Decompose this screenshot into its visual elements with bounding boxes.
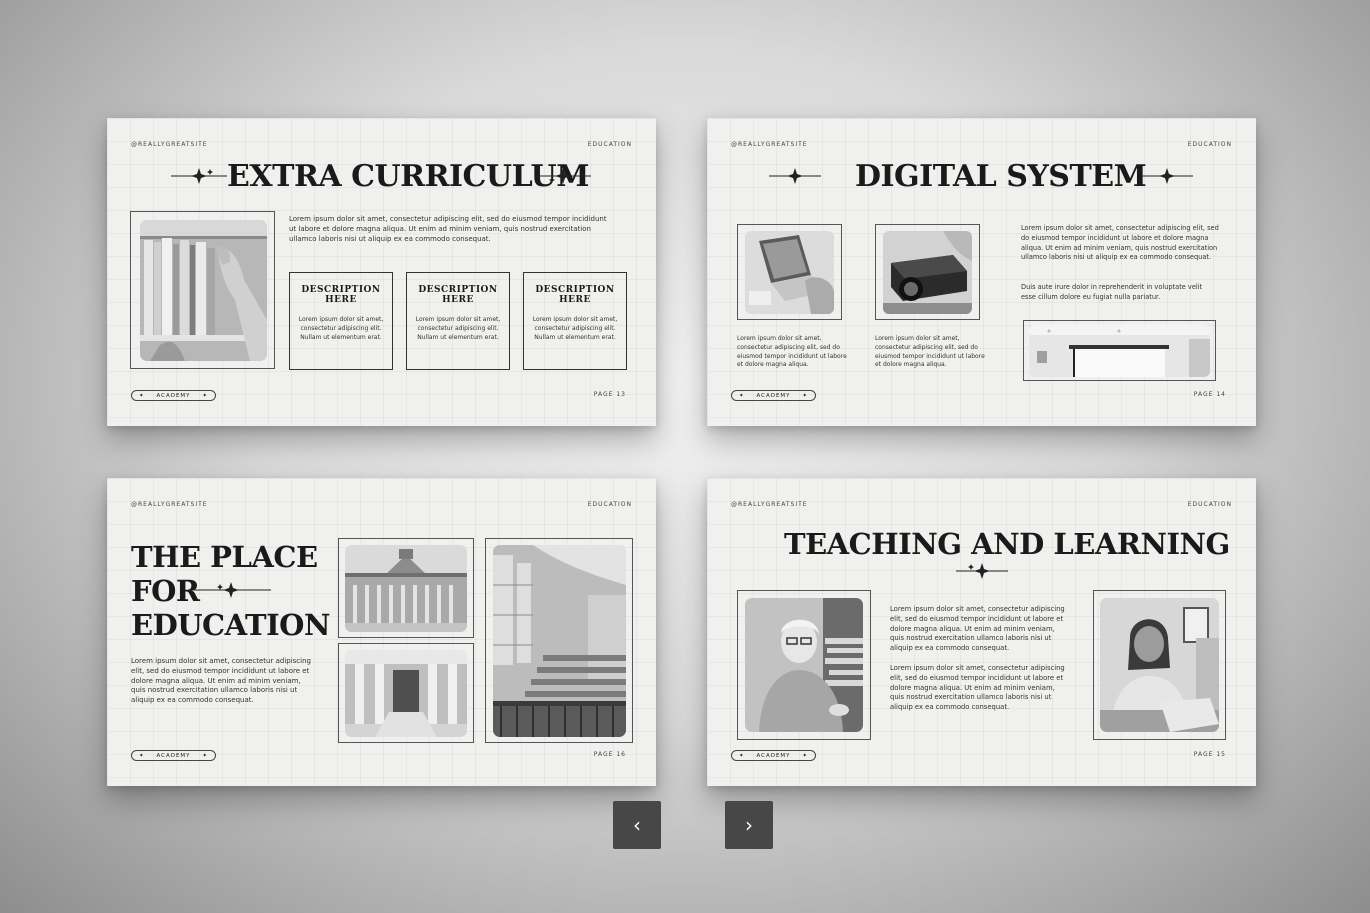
teacher-photo xyxy=(745,598,863,732)
site-handle: @REALLYGREATSITE xyxy=(731,141,808,148)
sparkle-icon: ✦ xyxy=(802,392,808,399)
sparkle-divider-icon xyxy=(171,168,227,184)
footer-tag-pill: ✦ ACADEMY ✦ xyxy=(731,750,816,761)
description-card: DESCRIPTION HERE Lorem ipsum dolor sit a… xyxy=(289,272,393,370)
page-number: PAGE 15 xyxy=(1193,751,1226,758)
category-label: EDUCATION xyxy=(1187,141,1232,148)
sparkle-icon: ✦ xyxy=(139,392,145,399)
student-photo xyxy=(1100,598,1219,732)
footer-tag-pill: ✦ ACADEMY ✦ xyxy=(131,750,216,761)
main-paragraph: Lorem ipsum dolor sit amet, consectetur … xyxy=(1021,224,1219,262)
page-number: PAGE 14 xyxy=(1193,391,1226,398)
previous-button[interactable]: ‹ xyxy=(613,801,661,849)
slide-digital-system[interactable]: @REALLYGREATSITE EDUCATION DIGITAL SYSTE… xyxy=(707,118,1256,426)
description-card-text: Lorem ipsum dolor sit amet, consectetur … xyxy=(532,316,618,341)
site-handle: @REALLYGREATSITE xyxy=(131,141,208,148)
photo-caption: Lorem ipsum dolor sit amet, consectetur … xyxy=(737,335,847,369)
sparkle-icon: ✦ xyxy=(139,752,145,759)
university-building-photo xyxy=(345,545,467,632)
sparkle-icon: ✦ xyxy=(739,392,745,399)
sparkle-icon: ✦ xyxy=(739,752,745,759)
description-card-title: DESCRIPTION HERE xyxy=(418,285,498,305)
slide-title-line-1: THE PLACE xyxy=(131,540,318,574)
next-button[interactable]: › xyxy=(725,801,773,849)
footer-tag-pill: ✦ ACADEMY ✦ xyxy=(131,390,216,401)
site-handle: @REALLYGREATSITE xyxy=(731,501,808,508)
chevron-right-icon: › xyxy=(745,813,753,837)
sparkle-divider-icon xyxy=(535,168,591,184)
page-number: PAGE 16 xyxy=(593,751,626,758)
slide-place-for-education[interactable]: @REALLYGREATSITE EDUCATION THE PLACE FOR… xyxy=(107,478,656,786)
secondary-paragraph: Duis aute irure dolor in reprehenderit i… xyxy=(1021,283,1203,301)
footer-tag-label: ACADEMY xyxy=(756,392,791,399)
sparkle-divider-icon xyxy=(191,582,271,598)
category-label: EDUCATION xyxy=(1187,501,1232,508)
bookshelf-photo xyxy=(140,220,267,361)
description-card: DESCRIPTION HERE Lorem ipsum dolor sit a… xyxy=(523,272,627,370)
footer-tag-label: ACADEMY xyxy=(156,752,191,759)
sparkle-icon: ✦ xyxy=(202,752,208,759)
laptop-photo xyxy=(745,231,834,314)
slide-title: DIGITAL SYSTEM xyxy=(855,159,1147,194)
sparkle-divider-icon xyxy=(769,168,821,184)
site-handle: @REALLYGREATSITE xyxy=(131,501,208,508)
slide-teaching-and-learning[interactable]: @REALLYGREATSITE EDUCATION TEACHING AND … xyxy=(707,478,1256,786)
footer-tag-label: ACADEMY xyxy=(156,392,191,399)
description-card: DESCRIPTION HERE Lorem ipsum dolor sit a… xyxy=(406,272,510,370)
description-card-title: DESCRIPTION HERE xyxy=(535,285,615,305)
description-card-title: DESCRIPTION HERE xyxy=(301,285,381,305)
intro-paragraph: Lorem ipsum dolor sit amet, consectetur … xyxy=(289,215,607,243)
main-paragraph: Lorem ipsum dolor sit amet, consectetur … xyxy=(890,605,1065,653)
sparkle-icon: ✦ xyxy=(802,752,808,759)
colonnade-photo xyxy=(345,650,467,737)
slide-extra-curriculum[interactable]: @REALLYGREATSITE EDUCATION EXTRA CURRICU… xyxy=(107,118,656,426)
description-card-text: Lorem ipsum dolor sit amet, consectetur … xyxy=(415,316,501,341)
description-card-text: Lorem ipsum dolor sit amet, consectetur … xyxy=(298,316,384,341)
footer-tag-label: ACADEMY xyxy=(756,752,791,759)
footer-tag-pill: ✦ ACADEMY ✦ xyxy=(731,390,816,401)
slide-title-line-3: EDUCATION xyxy=(131,608,330,642)
intro-paragraph: Lorem ipsum dolor sit amet, consectetur … xyxy=(131,657,311,705)
slide-title-line-2: FOR xyxy=(131,574,200,608)
sparkle-divider-icon xyxy=(956,563,1008,579)
page-number: PAGE 13 xyxy=(593,391,626,398)
sparkle-icon: ✦ xyxy=(202,392,208,399)
chevron-left-icon: ‹ xyxy=(633,813,641,837)
secondary-paragraph: Lorem ipsum dolor sit amet, consectetur … xyxy=(890,664,1065,712)
category-label: EDUCATION xyxy=(587,141,632,148)
slide-title: TEACHING AND LEARNING xyxy=(784,527,1230,561)
classroom-screen-photo xyxy=(1029,325,1210,377)
photo-caption: Lorem ipsum dolor sit amet, consectetur … xyxy=(875,335,985,369)
projector-photo xyxy=(883,231,972,314)
sparkle-divider-icon xyxy=(1141,168,1193,184)
library-interior-photo xyxy=(493,545,626,737)
category-label: EDUCATION xyxy=(587,501,632,508)
